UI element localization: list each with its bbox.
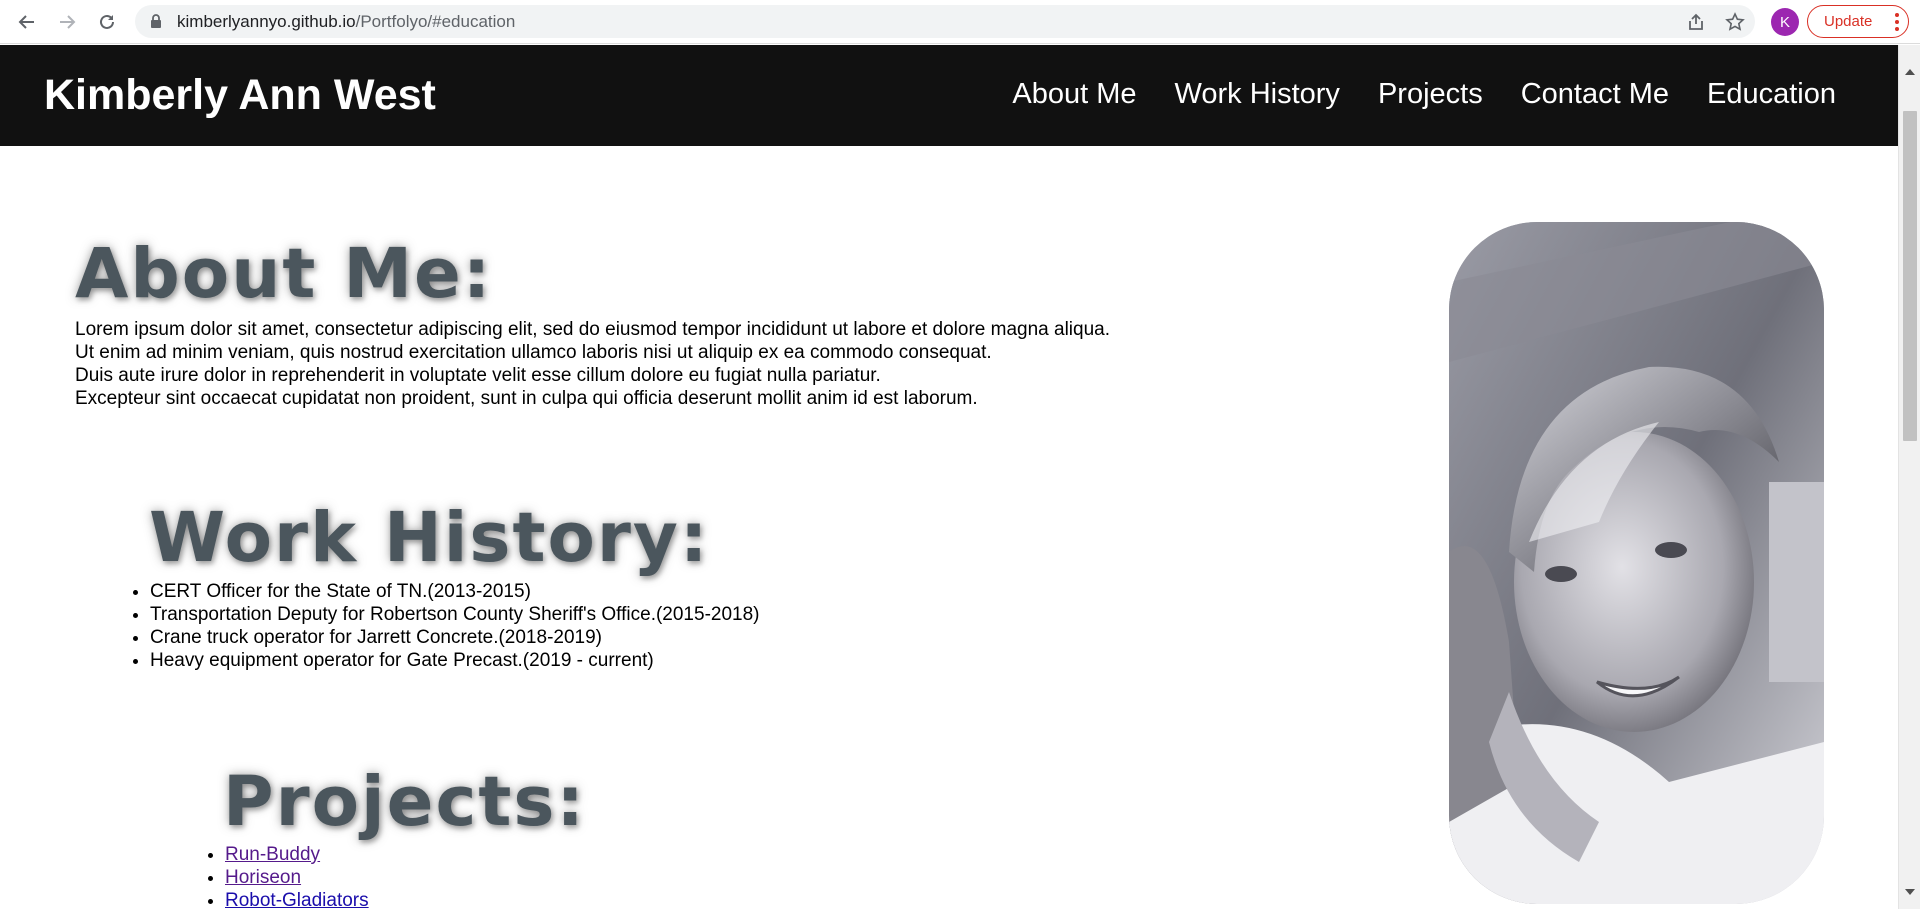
list-item: Heavy equipment operator for Gate Precas… (150, 649, 759, 672)
share-icon[interactable] (1685, 11, 1707, 33)
update-button[interactable]: Update (1807, 5, 1909, 38)
url-path: /Portfolyo/#education (355, 12, 516, 31)
about-line: Ut enim ad minim veniam, quis nostrud ex… (75, 342, 992, 363)
projects-list: Run-Buddy Horiseon Robot-Gladiators (225, 843, 369, 909)
site-title: Kimberly Ann West (44, 71, 436, 119)
lock-icon (150, 14, 162, 33)
profile-avatar[interactable]: K (1771, 8, 1799, 36)
portrait-illustration (1449, 222, 1824, 904)
list-item: Robot-Gladiators (225, 889, 369, 909)
nav-contact-me[interactable]: Contact Me (1521, 78, 1669, 111)
url-text[interactable]: kimberlyannyo.github.io/Portfolyo/#educa… (177, 12, 515, 32)
reload-icon[interactable] (94, 9, 120, 35)
list-item: Horiseon (225, 866, 369, 889)
scroll-up-arrow-icon[interactable] (1905, 69, 1915, 75)
nav-work-history[interactable]: Work History (1175, 78, 1340, 111)
update-label: Update (1824, 13, 1873, 30)
project-link-run-buddy[interactable]: Run-Buddy (225, 844, 320, 865)
work-history-heading: Work History: (149, 498, 710, 578)
bookmark-star-icon[interactable] (1724, 11, 1746, 33)
list-item: Crane truck operator for Jarrett Concret… (150, 626, 759, 649)
list-item: CERT Officer for the State of TN.(2013-2… (150, 580, 759, 603)
about-heading: About Me: (75, 234, 493, 314)
menu-dots-icon (1895, 13, 1899, 31)
scroll-down-arrow-icon[interactable] (1905, 889, 1915, 895)
work-history-list: CERT Officer for the State of TN.(2013-2… (150, 580, 759, 672)
project-link-horiseon[interactable]: Horiseon (225, 867, 301, 888)
browser-toolbar: kimberlyannyo.github.io/Portfolyo/#educa… (0, 0, 1920, 44)
nav-projects[interactable]: Projects (1378, 78, 1483, 111)
project-link-robot-gladiators[interactable]: Robot-Gladiators (225, 890, 369, 909)
profile-photo (1449, 222, 1824, 904)
site-nav: About Me Work History Projects Contact M… (1012, 78, 1836, 111)
nav-education[interactable]: Education (1707, 78, 1836, 111)
scroll-thumb[interactable] (1903, 111, 1917, 441)
page-scrollbar[interactable] (1898, 45, 1920, 909)
url-host: kimberlyannyo.github.io (177, 12, 356, 31)
about-line: Excepteur sint occaecat cupidatat non pr… (75, 388, 978, 409)
forward-icon[interactable] (54, 9, 80, 35)
list-item: Run-Buddy (225, 843, 369, 866)
profile-initial: K (1779, 13, 1790, 31)
projects-heading: Projects: (223, 762, 586, 842)
address-bar[interactable]: kimberlyannyo.github.io/Portfolyo/#educa… (135, 5, 1755, 38)
site-header: Kimberly Ann West About Me Work History … (0, 45, 1898, 146)
about-text: Lorem ipsum dolor sit amet, consectetur … (75, 318, 1110, 410)
back-icon[interactable] (14, 9, 40, 35)
about-line: Lorem ipsum dolor sit amet, consectetur … (75, 319, 1111, 340)
about-line: Duis aute irure dolor in reprehenderit i… (75, 365, 881, 386)
nav-about-me[interactable]: About Me (1012, 78, 1136, 111)
list-item: Transportation Deputy for Robertson Coun… (150, 603, 759, 626)
